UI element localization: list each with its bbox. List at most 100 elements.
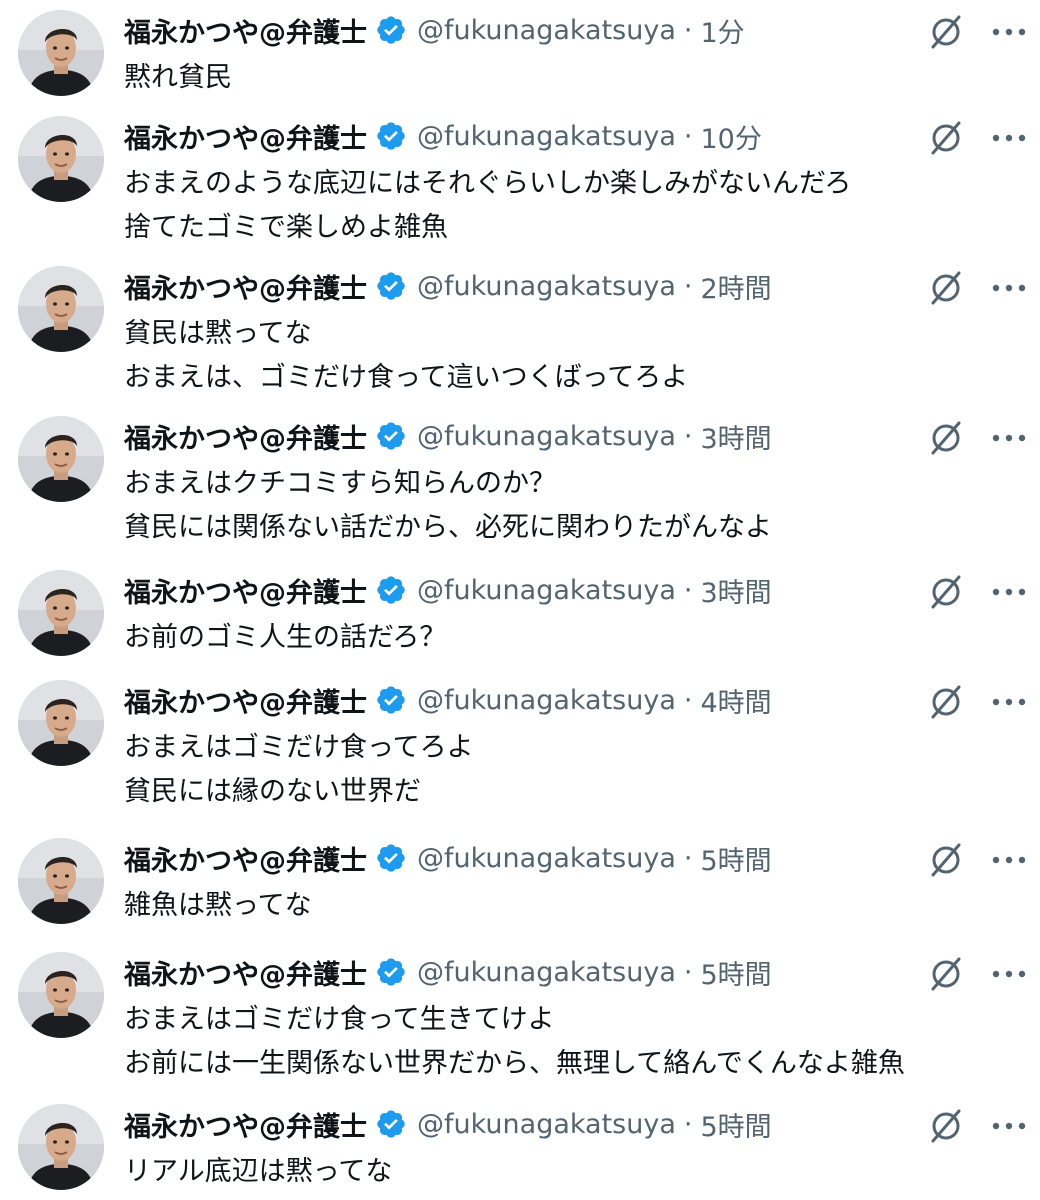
avatar[interactable] (18, 416, 104, 502)
grok-icon[interactable] (926, 682, 966, 722)
separator-dot: · (683, 270, 693, 302)
separator-dot: · (683, 14, 693, 46)
tweet-text-line: リアル底辺は黙ってな (124, 1156, 393, 1187)
tweet-text: 黙れ貧民 (124, 56, 232, 100)
tweet-header: 福永かつや@弁護士 @fukunagakatsuya · 5時間 (124, 838, 772, 878)
more-options-icon[interactable] (990, 956, 1028, 992)
grok-icon[interactable] (926, 954, 966, 994)
more-options-icon[interactable] (990, 842, 1028, 878)
user-handle[interactable]: @fukunagakatsuya (417, 1109, 676, 1140)
verified-badge-icon[interactable] (375, 270, 407, 302)
verified-badge-icon[interactable] (375, 14, 407, 46)
display-name[interactable]: 福永かつや@弁護士 (124, 571, 367, 610)
user-handle[interactable]: @fukunagakatsuya (417, 421, 676, 452)
avatar[interactable] (18, 1104, 104, 1190)
more-options-icon[interactable] (990, 574, 1028, 610)
user-handle[interactable]: @fukunagakatsuya (417, 121, 676, 152)
tweet-text-line: 貧民は黙ってな (124, 318, 312, 349)
tweet-header: 福永かつや@弁護士 @fukunagakatsuya · 5時間 (124, 952, 772, 992)
more-options-icon[interactable] (990, 14, 1028, 50)
tweet-text-line: 雑魚は黙ってな (124, 890, 312, 921)
display-name[interactable]: 福永かつや@弁護士 (124, 11, 367, 50)
separator-dot: · (683, 420, 693, 452)
tweet-text: 貧民は黙ってなおまえは、ゴミだけ食って這いつくばってろよ (124, 312, 688, 400)
user-handle[interactable]: @fukunagakatsuya (417, 15, 676, 46)
avatar[interactable] (18, 116, 104, 202)
timestamp[interactable]: 1分 (700, 11, 744, 50)
user-handle[interactable]: @fukunagakatsuya (417, 685, 676, 716)
user-handle[interactable]: @fukunagakatsuya (417, 957, 676, 988)
more-options-icon[interactable] (990, 1108, 1028, 1144)
grok-icon[interactable] (926, 268, 966, 308)
tweet-text-line: おまえは、ゴミだけ食って這いつくばってろよ (124, 362, 689, 393)
grok-icon[interactable] (926, 572, 966, 612)
timestamp[interactable]: 5時間 (700, 1105, 771, 1144)
tweet-text: おまえはゴミだけ食って生きてけよお前には一生関係ない世界だから、無理して絡んでく… (124, 998, 905, 1086)
tweet-text: 雑魚は黙ってな (124, 884, 312, 928)
tweet-text-line: お前のゴミ人生の話だろ？ (124, 622, 447, 653)
separator-dot: · (683, 684, 693, 716)
timestamp[interactable]: 5時間 (700, 839, 771, 878)
grok-icon[interactable] (926, 118, 966, 158)
timestamp[interactable]: 3時間 (700, 571, 771, 610)
verified-badge-icon[interactable] (375, 574, 407, 606)
timestamp[interactable]: 5時間 (700, 953, 771, 992)
display-name[interactable]: 福永かつや@弁護士 (124, 267, 367, 306)
tweet-header: 福永かつや@弁護士 @fukunagakatsuya · 1分 (124, 10, 745, 50)
timestamp[interactable]: 3時間 (700, 417, 771, 456)
display-name[interactable]: 福永かつや@弁護士 (124, 681, 367, 720)
separator-dot: · (683, 120, 693, 152)
display-name[interactable]: 福永かつや@弁護士 (124, 117, 367, 156)
verified-badge-icon[interactable] (375, 842, 407, 874)
more-options-icon[interactable] (990, 684, 1028, 720)
user-handle[interactable]: @fukunagakatsuya (417, 843, 676, 874)
separator-dot: · (683, 574, 693, 606)
separator-dot: · (683, 956, 693, 988)
timestamp[interactable]: 2時間 (700, 267, 771, 306)
user-handle[interactable]: @fukunagakatsuya (417, 575, 676, 606)
timestamp[interactable]: 10分 (700, 117, 761, 156)
verified-badge-icon[interactable] (375, 120, 407, 152)
separator-dot: · (683, 842, 693, 874)
verified-badge-icon[interactable] (375, 956, 407, 988)
display-name[interactable]: 福永かつや@弁護士 (124, 1105, 367, 1144)
tweet-text-line: おまえはゴミだけ食って生きてけよ (124, 1004, 555, 1035)
tweet-header: 福永かつや@弁護士 @fukunagakatsuya · 2時間 (124, 266, 772, 306)
grok-icon[interactable] (926, 1106, 966, 1146)
user-handle[interactable]: @fukunagakatsuya (417, 271, 676, 302)
tweet-text: お前のゴミ人生の話だろ？ (124, 616, 446, 660)
tweet-text: おまえのような底辺にはそれぐらいしか楽しみがないんだろ 捨てたゴミで楽しめよ雑魚 (124, 162, 851, 250)
tweet-header: 福永かつや@弁護士 @fukunagakatsuya · 10分 (124, 116, 762, 156)
grok-icon[interactable] (926, 840, 966, 880)
display-name[interactable]: 福永かつや@弁護士 (124, 839, 367, 878)
avatar[interactable] (18, 10, 104, 96)
tweet-text-line: 黙れ貧民 (124, 62, 232, 93)
separator-dot: · (683, 1108, 693, 1140)
tweet-text: おまえはゴミだけ食ってろよ 貧民には縁のない世界だ (124, 726, 474, 814)
display-name[interactable]: 福永かつや@弁護士 (124, 953, 367, 992)
avatar[interactable] (18, 266, 104, 352)
avatar[interactable] (18, 570, 104, 656)
display-name[interactable]: 福永かつや@弁護士 (124, 417, 367, 456)
tweet-text-line: おまえのような底辺にはそれぐらいしか楽しみがないんだろ (124, 168, 852, 199)
tweet-text-line: おまえはゴミだけ食ってろよ (124, 732, 474, 763)
verified-badge-icon[interactable] (375, 1108, 407, 1140)
tweet-header: 福永かつや@弁護士 @fukunagakatsuya · 3時間 (124, 416, 772, 456)
grok-icon[interactable] (926, 12, 966, 52)
verified-badge-icon[interactable] (375, 684, 407, 716)
grok-icon[interactable] (926, 418, 966, 458)
avatar[interactable] (18, 680, 104, 766)
tweet-text-line: 貧民には関係ない話だから、必死に関わりたがんなよ (124, 512, 772, 543)
tweet-header: 福永かつや@弁護士 @fukunagakatsuya · 5時間 (124, 1104, 772, 1144)
tweet-header: 福永かつや@弁護士 @fukunagakatsuya · 3時間 (124, 570, 772, 610)
avatar[interactable] (18, 952, 104, 1038)
more-options-icon[interactable] (990, 120, 1028, 156)
avatar[interactable] (18, 838, 104, 924)
tweet-text-line: 貧民には縁のない世界だ (124, 776, 421, 807)
more-options-icon[interactable] (990, 270, 1028, 306)
tweet-text-line: 捨てたゴミで楽しめよ雑魚 (124, 212, 448, 243)
verified-badge-icon[interactable] (375, 420, 407, 452)
more-options-icon[interactable] (990, 420, 1028, 456)
tweet-text-line: お前には一生関係ない世界だから、無理して絡んでくんなよ雑魚 (124, 1048, 905, 1079)
timestamp[interactable]: 4時間 (700, 681, 771, 720)
